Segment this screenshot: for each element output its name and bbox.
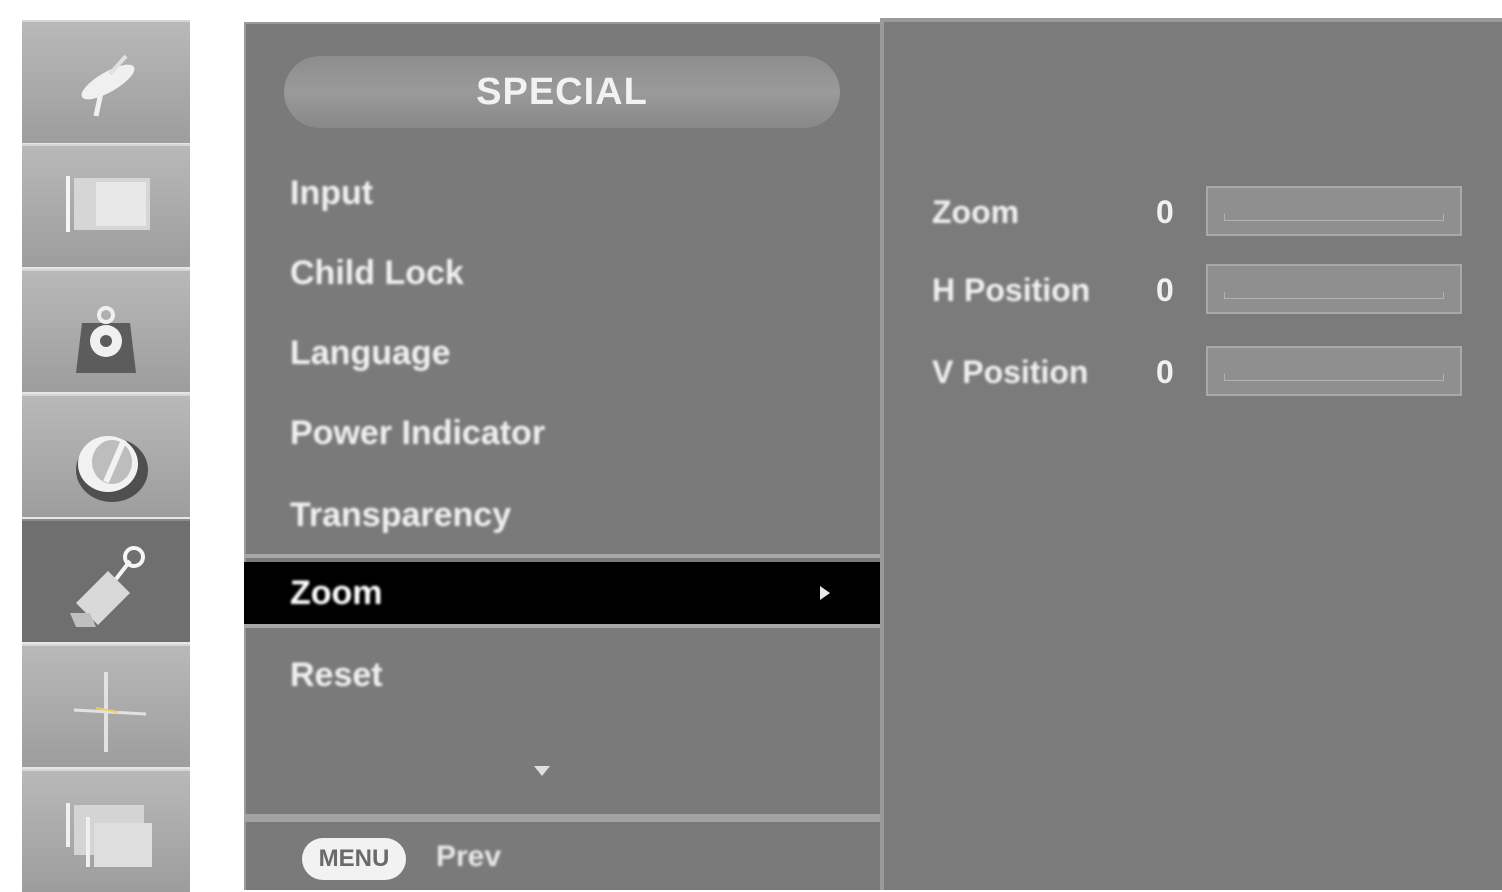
submenu-value: 0 xyxy=(1156,354,1174,390)
submenu-row-h-position[interactable]: H Position 0 xyxy=(880,260,1502,320)
v-position-slider[interactable] xyxy=(1206,346,1462,396)
zoom-slider[interactable] xyxy=(1206,186,1462,236)
menu-item-child-lock[interactable]: Child Lock xyxy=(244,242,880,304)
special-icon xyxy=(70,546,145,627)
menu-divider xyxy=(244,624,880,628)
sidebar-item-picture[interactable] xyxy=(22,144,190,267)
menu-item-label: Input xyxy=(290,174,374,212)
menu-item-label: Reset xyxy=(290,656,383,694)
footer-action-label: Prev xyxy=(436,840,502,873)
submenu-label: Zoom xyxy=(932,194,1020,230)
submenu-row-v-position[interactable]: V Position 0 xyxy=(880,342,1502,402)
submenu-label: H Position xyxy=(932,272,1091,308)
menu-item-language[interactable]: Language xyxy=(244,322,880,384)
sidebar-item-special[interactable] xyxy=(22,519,190,642)
menu-item-label: Power Indicator xyxy=(290,414,546,452)
sidebar-item-audio[interactable] xyxy=(22,269,190,392)
slider-track xyxy=(1224,374,1444,381)
special-menu-panel: SPECIAL Input Child Lock Language Power … xyxy=(244,22,880,890)
menu-item-label: Transparency xyxy=(290,496,512,534)
menu-title: SPECIAL xyxy=(284,56,840,128)
audio-icon xyxy=(76,306,136,373)
zoom-submenu-panel: Zoom 0 H Position 0 V Position 0 xyxy=(880,18,1502,890)
screen-position-icon xyxy=(73,672,147,752)
pip-icon xyxy=(66,803,152,867)
time-icon xyxy=(76,436,148,502)
menu-item-input[interactable]: Input xyxy=(244,162,880,224)
h-position-slider[interactable] xyxy=(1206,264,1462,314)
picture-icon xyxy=(66,176,150,232)
submenu-row-zoom[interactable]: Zoom 0 xyxy=(880,182,1502,242)
chevron-down-icon[interactable] xyxy=(534,766,550,776)
category-sidebar xyxy=(22,20,190,892)
chevron-right-icon xyxy=(820,586,830,600)
menu-item-label: Zoom xyxy=(290,574,383,612)
footer-divider xyxy=(244,814,880,822)
menu-item-power-indicator[interactable]: Power Indicator xyxy=(244,402,880,464)
menu-item-transparency[interactable]: Transparency xyxy=(244,484,880,546)
slider-track xyxy=(1224,214,1444,221)
sidebar-item-time[interactable] xyxy=(22,394,190,517)
menu-item-reset[interactable]: Reset xyxy=(244,644,880,706)
menu-item-zoom[interactable]: Zoom xyxy=(244,562,880,624)
satellite-icon xyxy=(81,54,135,117)
submenu-value: 0 xyxy=(1156,272,1174,308)
slider-track xyxy=(1224,292,1444,299)
submenu-value: 0 xyxy=(1156,194,1174,230)
sidebar-item-satellite[interactable] xyxy=(22,20,190,143)
submenu-label: V Position xyxy=(932,354,1089,390)
menu-item-label: Child Lock xyxy=(290,254,464,292)
menu-key-button[interactable]: MENU xyxy=(302,838,406,880)
sidebar-item-screen-position[interactable] xyxy=(22,644,190,767)
sidebar-item-pip[interactable] xyxy=(22,769,190,892)
menu-divider xyxy=(244,554,880,558)
menu-item-label: Language xyxy=(290,334,451,372)
